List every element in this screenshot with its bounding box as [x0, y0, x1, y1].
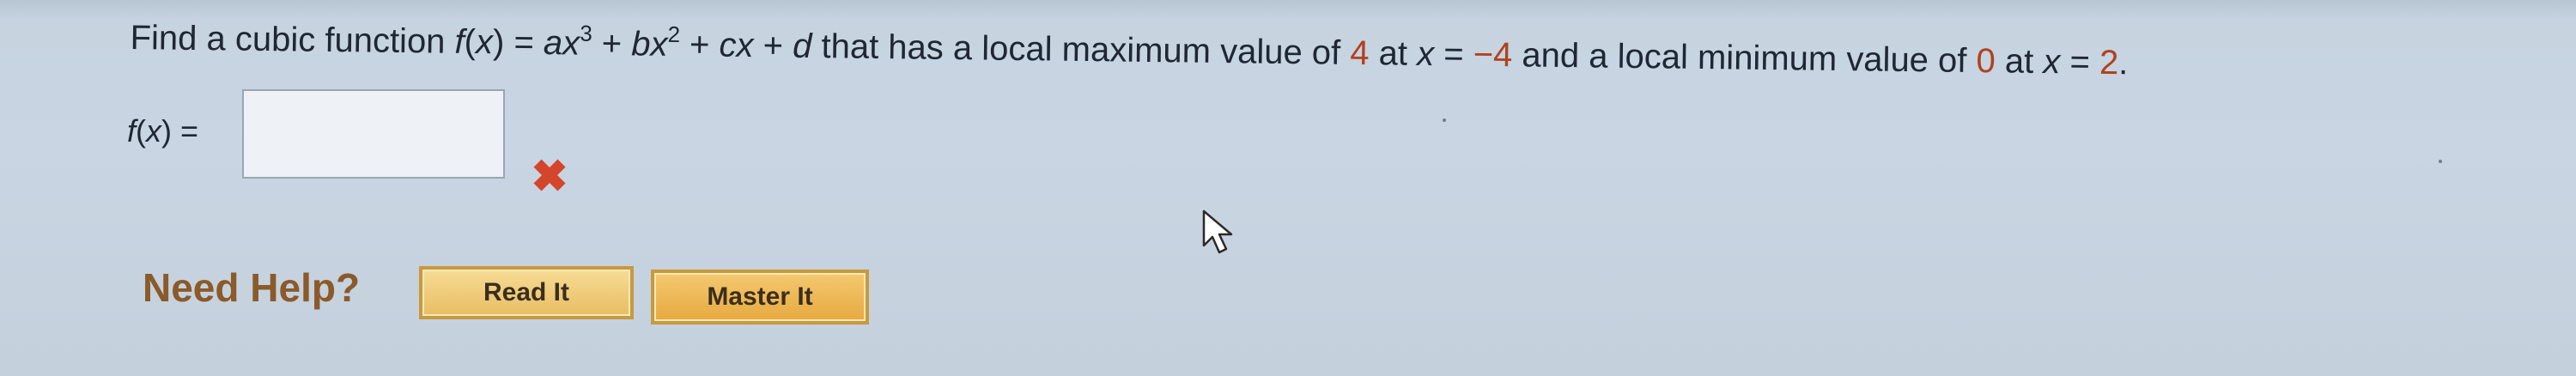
local-min-text: and a local minimum value of — [1512, 36, 1977, 81]
answer-label-equals: = — [172, 113, 199, 149]
answer-input[interactable] — [242, 89, 505, 179]
master-it-button[interactable]: Master It — [651, 270, 869, 324]
eq-min: = — [2060, 43, 2100, 82]
answer-label-paren-open: ( — [136, 113, 147, 149]
min-value: 0 — [1976, 42, 1996, 81]
mouse-cursor-icon — [1202, 209, 1233, 254]
coef-b: b — [630, 25, 651, 64]
var-x-squared: x — [650, 25, 668, 64]
min-x-value: 2 — [2099, 43, 2119, 82]
function-name: f — [454, 22, 465, 61]
max-x-value: −4 — [1473, 35, 1513, 75]
plus-3: + — [753, 27, 793, 65]
plus-1: + — [592, 24, 632, 64]
equals-sign: = — [504, 23, 544, 63]
eq-max: = — [1433, 35, 1474, 74]
local-max-text: that has a local maximum value of — [811, 27, 1351, 72]
period: . — [2117, 44, 2129, 82]
var-x-cubed: x — [562, 24, 580, 63]
function-var: x — [475, 23, 494, 62]
problem-prefix: Find a cubic function — [130, 18, 455, 61]
coef-a: a — [543, 24, 563, 63]
var-x-linear: x — [736, 26, 754, 65]
x-at-max: x — [1416, 34, 1435, 74]
dust-speck — [2439, 160, 2442, 163]
coef-c: c — [719, 26, 737, 64]
paren-open: ( — [464, 22, 477, 62]
plus-2: + — [679, 26, 720, 64]
read-it-button[interactable]: Read It — [419, 266, 634, 319]
answer-label: f(x) = — [127, 110, 198, 153]
paren-close: ) — [492, 23, 505, 62]
answer-label-x: x — [146, 113, 162, 149]
max-value: 4 — [1350, 33, 1370, 73]
coef-d: d — [792, 27, 812, 65]
exponent-3: 3 — [580, 20, 593, 46]
at-text-1: at — [1369, 34, 1418, 73]
x-at-min: x — [2043, 42, 2061, 82]
need-help-label: Need Help? — [143, 265, 361, 310]
answer-label-f: f — [127, 113, 137, 149]
answer-label-paren-close: ) — [161, 113, 173, 149]
dust-speck — [1443, 118, 1446, 122]
wrong-x-icon: ✖ — [531, 152, 568, 202]
exponent-2: 2 — [667, 21, 681, 48]
at-text-2: at — [1995, 42, 2044, 81]
